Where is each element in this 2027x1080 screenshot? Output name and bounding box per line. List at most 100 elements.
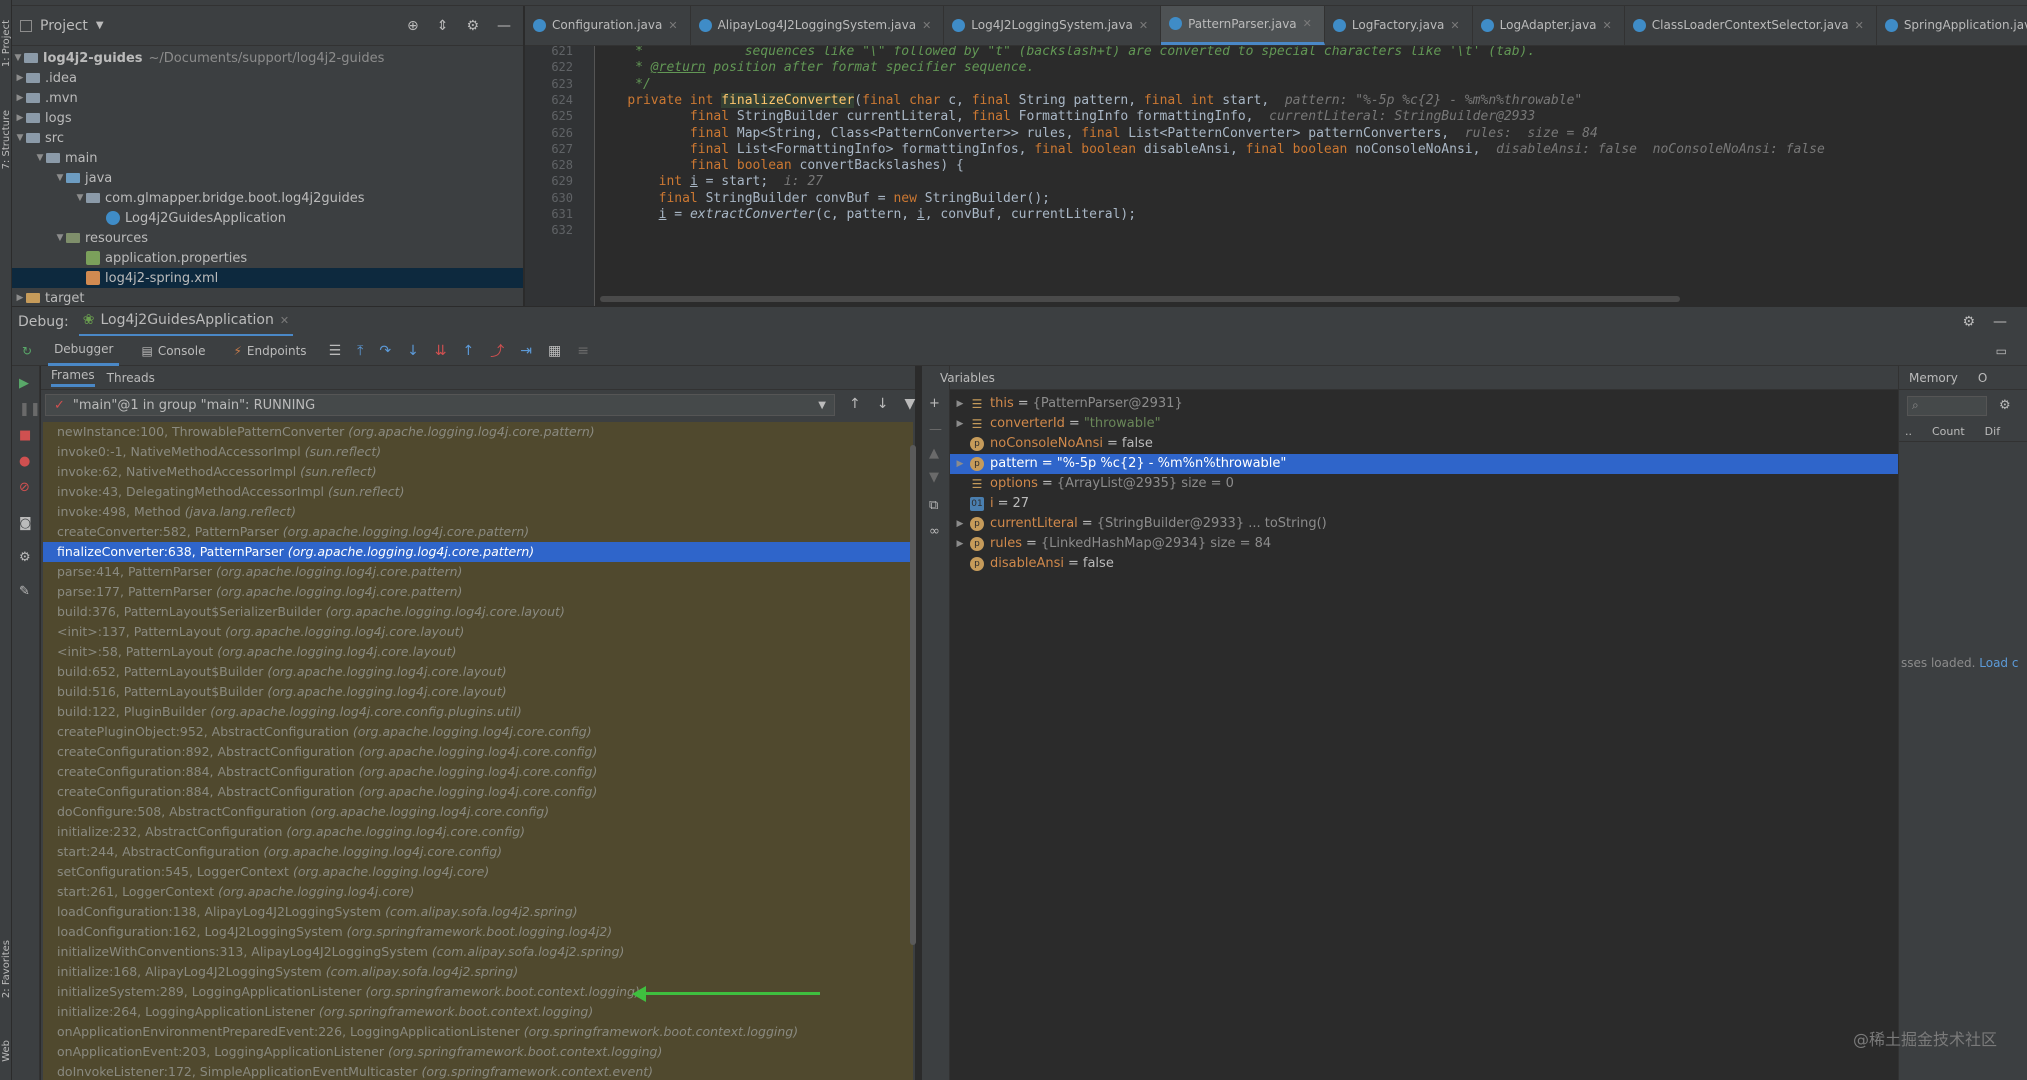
project-view-selector[interactable]: Project xyxy=(40,18,88,34)
view-breakpoints-icon[interactable]: ● xyxy=(19,454,30,469)
editor-horizontal-scrollbar[interactable] xyxy=(600,296,1680,302)
editor-tab[interactable]: Log4J2LoggingSystem.java ✕ xyxy=(944,6,1162,45)
chevron-down-icon[interactable]: ▼ xyxy=(818,400,826,411)
watches-icon[interactable]: ∞ xyxy=(929,524,940,539)
stack-frame[interactable]: createConverter:582, PatternParser (org.… xyxy=(43,522,913,542)
force-step-into-icon[interactable]: ⇊ xyxy=(435,343,447,359)
editor-tab[interactable]: AlipayLog4J2LoggingSystem.java ✕ xyxy=(691,6,945,45)
show-execution-point-icon[interactable]: ⤒ xyxy=(357,343,363,359)
web-tool-tab[interactable]: Web xyxy=(1,1040,12,1062)
editor-tab[interactable]: SpringApplication.java✕ xyxy=(1877,6,2027,45)
chevron-down-icon[interactable]: ▼ xyxy=(96,20,104,31)
tree-item[interactable]: ▶ logs xyxy=(12,108,523,128)
expand-arrow-icon[interactable]: ▶ xyxy=(950,514,970,534)
stack-frame[interactable]: initialize:168, AlipayLog4J2LoggingSyste… xyxy=(43,962,913,982)
camera-icon[interactable]: ◙ xyxy=(19,516,32,531)
tree-item[interactable]: Log4j2GuidesApplication xyxy=(12,208,523,228)
expand-arrow-icon[interactable]: ▶ xyxy=(950,534,970,554)
rerun-icon[interactable]: ↻ xyxy=(22,344,32,358)
stack-frame[interactable]: build:652, PatternLayout$Builder (org.ap… xyxy=(43,662,913,682)
memory-search-input[interactable]: ⌕ xyxy=(1907,396,1987,416)
expand-arrow-icon[interactable]: ▶ xyxy=(950,454,970,474)
variable-row[interactable]: ▶ p pattern = "%-5p %c{2} - %m%n%throwable" xyxy=(950,454,1898,474)
close-icon[interactable]: ✕ xyxy=(1450,19,1459,32)
tree-item[interactable]: ▼ main xyxy=(12,148,523,168)
pause-icon[interactable]: ❚❚ xyxy=(19,402,41,417)
layout-icon[interactable]: ▭ xyxy=(1996,344,2007,358)
step-out-icon[interactable]: ↑ xyxy=(463,343,475,359)
locate-icon[interactable]: ⊕ xyxy=(407,18,419,34)
project-tool-tab[interactable]: 1: Project xyxy=(1,20,12,67)
remove-watch-icon[interactable]: — xyxy=(929,422,942,437)
stack-frame[interactable]: <init>:137, PatternLayout (org.apache.lo… xyxy=(43,622,913,642)
code-line[interactable]: * @return position after format specifie… xyxy=(596,57,1034,78)
step-into-icon[interactable]: ↓ xyxy=(407,343,419,359)
favorites-tool-tab[interactable]: 2: Favorites xyxy=(1,940,12,998)
expand-arrow-icon[interactable]: ▶ xyxy=(950,414,970,434)
resume-icon[interactable]: ▶ xyxy=(19,376,29,391)
code-editor[interactable]: * sequences like "\" followed by "t" (ba… xyxy=(596,46,2027,306)
move-up-icon[interactable]: ▲ xyxy=(929,446,939,461)
stack-frame[interactable]: invoke:62, NativeMethodAccessorImpl (sun… xyxy=(43,462,913,482)
tree-item[interactable]: ▶ .idea xyxy=(12,68,523,88)
stack-frame[interactable]: doConfigure:508, AbstractConfiguration (… xyxy=(43,802,913,822)
memory-col-class[interactable]: .. xyxy=(1905,425,1912,438)
collapse-arrow-icon[interactable]: ▶ xyxy=(14,73,26,83)
stack-frame[interactable]: createPluginObject:952, AbstractConfigur… xyxy=(43,722,913,742)
tab-memory[interactable]: Memory xyxy=(1909,371,1958,385)
stack-frame[interactable]: initialize:232, AbstractConfiguration (o… xyxy=(43,822,913,842)
stack-frame[interactable]: doInvokeListener:172, SimpleApplicationE… xyxy=(43,1062,913,1080)
arrow-down-icon[interactable]: ↓ xyxy=(877,396,889,412)
tree-item[interactable]: ▼ src xyxy=(12,128,523,148)
variable-row[interactable]: p noConsoleNoAnsi = false xyxy=(950,434,1898,454)
gear-icon[interactable]: ⚙ xyxy=(1962,314,1975,330)
editor-tab[interactable]: LogAdapter.java ✕ xyxy=(1473,6,1625,45)
stack-frame[interactable]: invoke:43, DelegatingMethodAccessorImpl … xyxy=(43,482,913,502)
tab-endpoints[interactable]: ⚡ Endpoints xyxy=(227,336,312,366)
stack-frame[interactable]: createConfiguration:892, AbstractConfigu… xyxy=(43,742,913,762)
stack-frame[interactable]: start:244, AbstractConfiguration (org.ap… xyxy=(43,842,913,862)
close-icon[interactable]: ✕ xyxy=(280,314,289,327)
settings-icon[interactable]: ⚙ xyxy=(19,550,31,565)
variable-row[interactable]: p disableAnsi = false xyxy=(950,554,1898,574)
move-down-icon[interactable]: ▼ xyxy=(929,470,939,485)
collapse-arrow-icon[interactable]: ▶ xyxy=(14,93,26,103)
close-icon[interactable]: ✕ xyxy=(1139,19,1148,32)
editor-tab[interactable]: LogFactory.java ✕ xyxy=(1325,6,1473,45)
editor-tab[interactable]: ClassLoaderContextSelector.java ✕ xyxy=(1625,6,1877,45)
stack-frame[interactable]: parse:414, PatternParser (org.apache.log… xyxy=(43,562,913,582)
stack-frame[interactable]: invoke:498, Method (java.lang.reflect) xyxy=(43,502,913,522)
tree-item[interactable]: ▼ java xyxy=(12,168,523,188)
stack-frame[interactable]: loadConfiguration:162, Log4J2LoggingSyst… xyxy=(43,922,913,942)
tree-root[interactable]: ▼ log4j2-guides ~/Documents/support/log4… xyxy=(12,48,523,68)
editor-tab[interactable]: PatternParser.java ✕ xyxy=(1161,6,1325,45)
expand-arrow-icon[interactable]: ▼ xyxy=(54,233,66,243)
stack-frame[interactable]: start:261, LoggerContext (org.apache.log… xyxy=(43,882,913,902)
stack-frame[interactable]: initialize:264, LoggingApplicationListen… xyxy=(43,1002,913,1022)
stack-frame[interactable]: build:122, PluginBuilder (org.apache.log… xyxy=(43,702,913,722)
collapse-all-icon[interactable]: ⇕ xyxy=(437,18,449,34)
add-watch-icon[interactable]: + xyxy=(929,396,940,411)
close-icon[interactable]: ✕ xyxy=(922,19,931,32)
load-classes-link[interactable]: Load c xyxy=(1979,656,2018,670)
stack-frame[interactable]: <init>:58, PatternLayout (org.apache.log… xyxy=(43,642,913,662)
close-icon[interactable]: ✕ xyxy=(668,19,677,32)
tab-threads[interactable]: Threads xyxy=(107,371,155,385)
hide-panel-icon[interactable]: — xyxy=(497,18,511,34)
stack-frame[interactable]: invoke0:-1, NativeMethodAccessorImpl (su… xyxy=(43,442,913,462)
stack-frame[interactable]: onApplicationEnvironmentPreparedEvent:22… xyxy=(43,1022,913,1042)
gear-icon[interactable]: ⚙ xyxy=(466,18,479,34)
editor-tab[interactable]: Configuration.java ✕ xyxy=(525,6,691,45)
tab-frames[interactable]: Frames xyxy=(51,368,95,387)
variable-row[interactable]: ▶ p currentLiteral = {StringBuilder@2933} ..… xyxy=(950,514,1898,534)
filter-icon[interactable]: ▼ xyxy=(904,396,915,412)
structure-tool-tab[interactable]: 7: Structure xyxy=(1,110,12,169)
thread-selector[interactable]: ✓ "main"@1 in group "main": RUNNING ▼ xyxy=(45,394,835,416)
stack-frame[interactable]: initializeWithConventions:313, AlipayLog… xyxy=(43,942,913,962)
stop-icon[interactable]: ■ xyxy=(19,428,31,443)
tab-console[interactable]: ▤ Console xyxy=(135,336,211,366)
stack-frame[interactable]: finalizeConverter:638, PatternParser (or… xyxy=(43,542,913,562)
step-over-icon[interactable]: ↷ xyxy=(379,343,391,359)
run-to-cursor-icon[interactable]: ⇥ xyxy=(520,343,532,359)
collapse-arrow-icon[interactable]: ▶ xyxy=(14,113,26,123)
